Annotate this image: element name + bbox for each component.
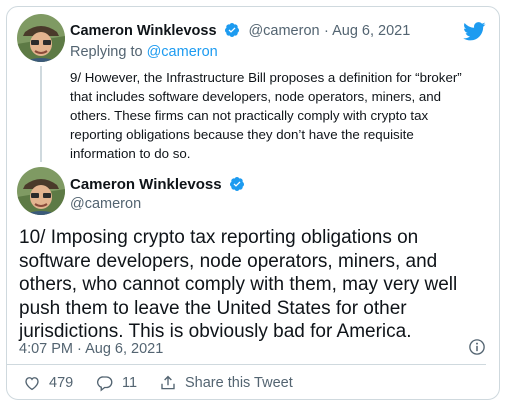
info-icon[interactable] xyxy=(468,338,486,361)
share-icon xyxy=(161,375,175,390)
parent-tweet-header: Cameron Winklevoss @cameron · Aug 6, 202… xyxy=(70,22,410,43)
thread-connector-line xyxy=(40,66,42,162)
verified-badge-icon xyxy=(224,22,240,43)
reply-icon xyxy=(96,376,113,392)
action-divider xyxy=(6,364,486,365)
parent-tweet-text[interactable]: 9/ However, the Infrastructure Bill prop… xyxy=(70,68,480,163)
replying-to-link[interactable]: @cameron xyxy=(147,44,218,60)
main-author: Cameron Winklevoss xyxy=(70,176,245,197)
like-button[interactable]: 479 xyxy=(23,374,73,392)
replying-prefix: Replying to xyxy=(70,44,143,60)
share-button[interactable]: Share this Tweet xyxy=(159,374,293,392)
reply-count: 11 xyxy=(122,375,138,391)
main-avatar[interactable] xyxy=(17,167,65,215)
parent-date[interactable]: Aug 6, 2021 xyxy=(332,23,410,39)
main-author-name[interactable]: Cameron Winklevoss xyxy=(70,176,222,193)
verified-badge-icon xyxy=(229,176,245,197)
main-handle[interactable]: @cameron xyxy=(70,196,141,212)
main-tweet-text[interactable]: 10/ Imposing crypto tax reporting obliga… xyxy=(19,226,495,344)
replying-to: Replying to @cameron xyxy=(70,44,218,60)
heart-icon xyxy=(25,377,39,391)
tweet-timestamp[interactable]: 4:07 PM · Aug 6, 2021 xyxy=(19,341,163,357)
twitter-bird-icon[interactable] xyxy=(463,22,486,46)
parent-author-name[interactable]: Cameron Winklevoss xyxy=(70,23,217,39)
like-count: 479 xyxy=(49,375,74,391)
reply-button[interactable]: 11 xyxy=(96,374,137,392)
dot-separator: · xyxy=(324,23,333,39)
parent-handle[interactable]: @cameron xyxy=(248,23,319,39)
share-label: Share this Tweet xyxy=(185,375,293,391)
parent-avatar[interactable] xyxy=(17,14,65,62)
